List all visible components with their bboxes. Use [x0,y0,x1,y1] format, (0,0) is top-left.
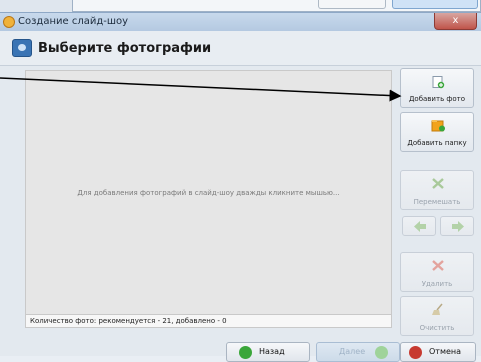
annotation-arrow [0,77,402,102]
